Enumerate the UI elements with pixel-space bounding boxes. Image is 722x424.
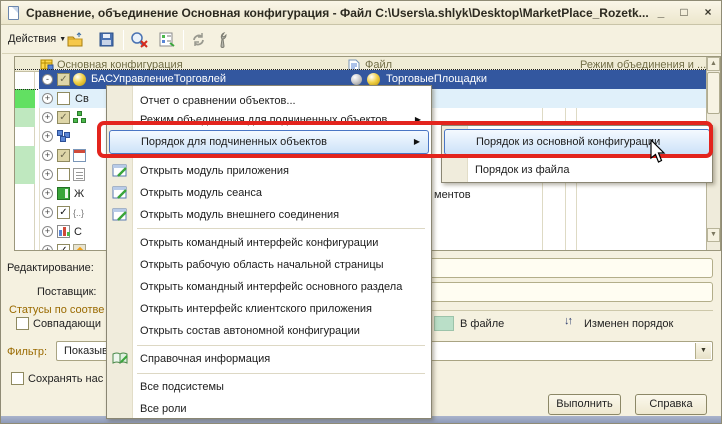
combo-dropdown-icon[interactable]: ▼ xyxy=(695,343,711,359)
journal-icon xyxy=(57,187,70,200)
editing-label: Редактирование: xyxy=(7,262,94,274)
menu-separator xyxy=(137,345,425,346)
menu-separator xyxy=(137,373,425,374)
submenu-item-order-from-file[interactable]: Порядок из файла xyxy=(444,160,710,180)
menu-separator xyxy=(137,228,425,229)
filter-label: Фильтр: xyxy=(7,346,47,358)
collapse-icon[interactable]: - xyxy=(42,74,53,85)
merge-checkbox[interactable]: ✓ xyxy=(57,73,70,86)
toolbar-separator xyxy=(183,30,184,50)
expand-icon[interactable]: + xyxy=(42,169,53,180)
save-settings-label: Сохранять нас xyxy=(28,373,103,385)
expand-icon[interactable]: + xyxy=(42,207,53,218)
main-config-name: БАСУправлениеТорговлей xyxy=(91,73,226,85)
menu-item-open-app-module[interactable]: Открыть модуль приложения xyxy=(109,160,429,182)
menu-item-open-command-interface[interactable]: Открыть командный интерфейс конфигурации xyxy=(109,232,429,254)
service-wrench-icon[interactable] xyxy=(218,31,236,49)
filter-value: Показыв xyxy=(64,345,108,357)
new-object-icon xyxy=(73,244,86,251)
refresh-icon[interactable] xyxy=(190,31,208,49)
expand-icon[interactable]: + xyxy=(42,131,53,142)
row-label-fragment: Ж xyxy=(74,188,84,200)
in-file-label: В файле xyxy=(460,318,504,330)
vendor-label: Поставщик: xyxy=(37,286,96,298)
app-window: Сравнение, объединение Основная конфигур… xyxy=(0,0,722,424)
document-icon xyxy=(73,168,85,181)
merge-checkbox[interactable]: ✓ xyxy=(57,244,70,251)
maximize-button[interactable]: □ xyxy=(674,4,694,22)
menu-item-open-client-interface[interactable]: Открыть интерфейс клиентского приложения xyxy=(109,298,429,320)
menu-item-open-session-module[interactable]: Открыть модуль сеанса xyxy=(109,182,429,204)
status-stripe-pale xyxy=(15,146,35,165)
window-title: Сравнение, объединение Основная конфигур… xyxy=(26,6,649,20)
title-bar: Сравнение, объединение Основная конфигур… xyxy=(1,1,722,25)
status-stripe-pale xyxy=(15,108,35,127)
toolbar-separator xyxy=(123,30,124,50)
row-label-fragment: Св xyxy=(75,93,89,105)
new-document-icon[interactable] xyxy=(66,31,84,49)
menu-item-help-info[interactable]: Справочная информация xyxy=(109,348,429,370)
help-button[interactable]: Справка xyxy=(635,394,707,415)
merge-settings-icon[interactable] xyxy=(158,31,176,49)
status-stripe-green xyxy=(15,89,35,108)
menu-item-all-subsystems[interactable]: Все подсистемы xyxy=(109,376,429,398)
menu-item-open-main-section-interface[interactable]: Открыть командный интерфейс основного ра… xyxy=(109,276,429,298)
merge-checkbox[interactable] xyxy=(57,168,70,181)
row-label-fragment-right: ментов xyxy=(434,189,471,201)
merge-checkbox[interactable]: ✓ xyxy=(57,149,70,162)
object-icon xyxy=(73,73,86,86)
actions-menu-button[interactable]: Действия ▼ xyxy=(8,33,66,45)
merge-checkbox[interactable]: ✓ xyxy=(57,111,70,124)
menu-item-compare-report[interactable]: Отчет о сравнении объектов... xyxy=(109,90,429,112)
scroll-down-button[interactable]: ▼ xyxy=(707,228,720,242)
changed-order-icon: ↓↑ xyxy=(564,315,571,327)
merge-checkbox[interactable] xyxy=(57,92,70,105)
expand-icon[interactable]: + xyxy=(42,188,53,199)
minimize-button[interactable]: _ xyxy=(651,4,671,22)
merge-checkbox[interactable]: ✓ xyxy=(57,206,70,219)
calendar-icon xyxy=(73,149,86,162)
toolbar: Действия ▼ xyxy=(2,26,722,54)
mouse-cursor xyxy=(650,139,667,168)
matching-checkbox[interactable] xyxy=(16,317,29,330)
compare-objects-icon[interactable] xyxy=(130,31,148,49)
execute-button[interactable]: Выполнить xyxy=(548,394,621,415)
file-config-name: ТорговыеПлощадки xyxy=(386,73,487,85)
common-templates-icon: {..} xyxy=(73,208,84,218)
close-button[interactable]: × xyxy=(698,4,718,22)
scrollbar-thumb[interactable] xyxy=(707,72,720,114)
scroll-up-button[interactable]: ▲ xyxy=(707,57,720,71)
common-modules-icon xyxy=(57,130,71,143)
window-icon xyxy=(8,6,19,20)
save-settings-checkbox[interactable] xyxy=(11,372,24,385)
annotation-red-box xyxy=(97,121,713,158)
expand-icon[interactable]: + xyxy=(42,245,53,251)
statuses-group-label: Статусы по соотве xyxy=(9,304,104,316)
expand-icon[interactable]: + xyxy=(42,93,53,104)
menu-item-open-start-page[interactable]: Открыть рабочую область начальной страни… xyxy=(109,254,429,276)
in-file-swatch xyxy=(434,316,454,331)
expand-icon[interactable]: + xyxy=(42,112,53,123)
row-label-fragment: С xyxy=(74,226,82,238)
matching-label: Совпадающи xyxy=(33,318,101,330)
report-chart-icon xyxy=(57,225,70,238)
changed-order-label: Изменен порядок xyxy=(584,318,673,330)
status-stripe-pale xyxy=(15,165,35,184)
subsystems-icon xyxy=(73,111,87,124)
merge-mark-icon xyxy=(351,74,362,85)
menu-item-open-standalone-config[interactable]: Открыть состав автономной конфигурации xyxy=(109,320,429,342)
save-icon[interactable] xyxy=(98,31,116,49)
expand-icon[interactable]: + xyxy=(42,226,53,237)
menu-item-all-roles[interactable]: Все роли xyxy=(109,398,429,420)
expand-icon[interactable]: + xyxy=(42,150,53,161)
menu-item-open-external-module[interactable]: Открыть модуль внешнего соединения xyxy=(109,204,429,226)
